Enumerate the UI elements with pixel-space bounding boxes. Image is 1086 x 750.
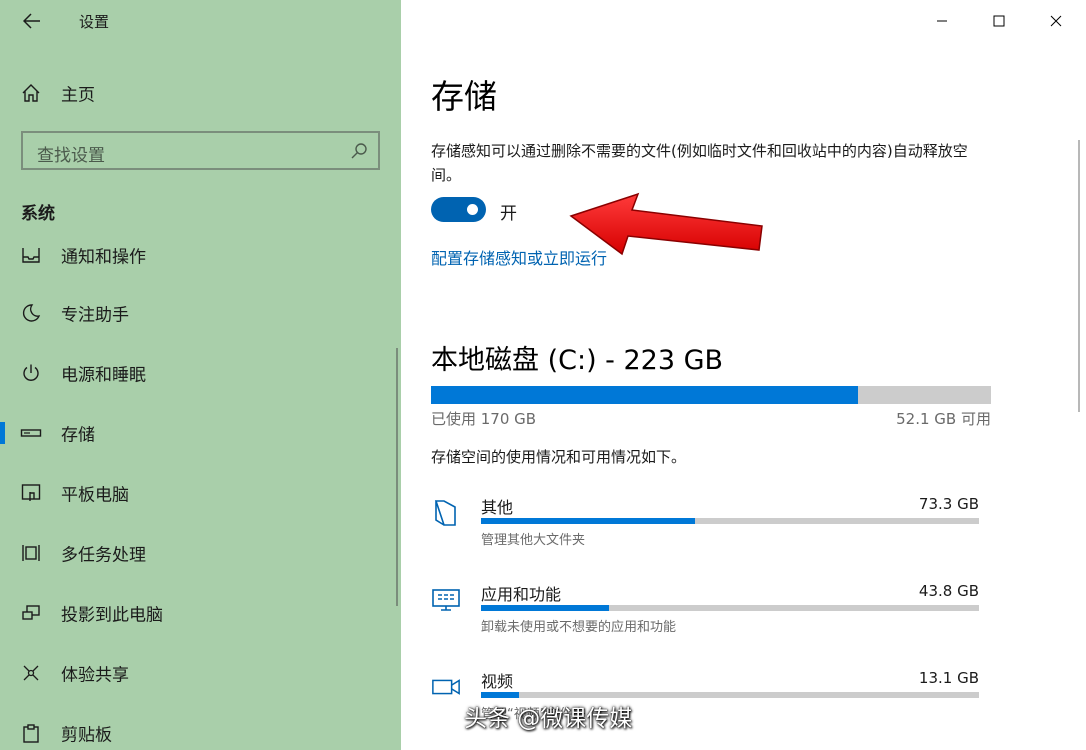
sidebar-item-label: 体验共享 bbox=[61, 665, 129, 686]
sidebar-item-home[interactable]: 主页 bbox=[0, 76, 401, 110]
category-name: 应用和功能 bbox=[481, 585, 562, 604]
category-bar-fill bbox=[481, 692, 520, 698]
power-icon bbox=[20, 362, 42, 384]
sidebar-item-label: 通知和操作 bbox=[61, 247, 146, 268]
sidebar: 设置 主页 查找设置 系统 通知和操作 专注助手 电源和睡眠 存储 平板电脑 多… bbox=[0, 0, 401, 750]
disk-free-label: 52.1 GB 可用 bbox=[896, 410, 991, 428]
share-icon bbox=[20, 662, 42, 684]
category-name: 视频 bbox=[481, 672, 514, 691]
sidebar-item-label: 剪贴板 bbox=[61, 725, 112, 746]
category-subtitle: 管理其他大文件夹 bbox=[481, 533, 586, 548]
category-bar-fill bbox=[481, 518, 696, 524]
category-bar-fill bbox=[481, 605, 609, 611]
sidebar-item-label: 电源和睡眠 bbox=[61, 365, 146, 386]
tablet-icon bbox=[20, 482, 42, 504]
disk-title: 本地磁盘 (C:) - 223 GB bbox=[431, 345, 724, 376]
category-other[interactable]: 其他 73.3 GB 管理其他大文件夹 bbox=[431, 494, 991, 558]
search-icon bbox=[349, 141, 369, 161]
configure-storage-sense-link[interactable]: 配置存储感知或立即运行 bbox=[431, 245, 607, 269]
sidebar-item-label: 存储 bbox=[61, 425, 95, 446]
category-subtitle: 卸载未使用或不想要的应用和功能 bbox=[481, 620, 677, 635]
sidebar-item-label: 专注助手 bbox=[61, 305, 129, 326]
sidebar-item-storage[interactable]: 存储 bbox=[0, 408, 401, 458]
apps-icon bbox=[431, 585, 461, 615]
moon-icon bbox=[20, 302, 42, 324]
sidebar-item-label: 平板电脑 bbox=[61, 485, 129, 506]
back-arrow-icon bbox=[23, 13, 40, 29]
sidebar-item-multitasking[interactable]: 多任务处理 bbox=[0, 528, 401, 578]
category-name: 其他 bbox=[481, 498, 514, 517]
sidebar-item-label: 主页 bbox=[61, 85, 95, 106]
watermark: 头条 @微课传媒 bbox=[464, 706, 633, 732]
sidebar-item-project[interactable]: 投影到此电脑 bbox=[0, 588, 401, 638]
sidebar-item-label: 投影到此电脑 bbox=[61, 605, 163, 626]
app-title: 设置 bbox=[79, 13, 110, 31]
folder-icon bbox=[431, 498, 461, 528]
category-size: 43.8 GB bbox=[918, 582, 979, 600]
sidebar-item-notifications[interactable]: 通知和操作 bbox=[0, 230, 401, 280]
category-bar bbox=[481, 605, 979, 611]
sidebar-item-label: 多任务处理 bbox=[61, 545, 146, 566]
page-title: 存储 bbox=[431, 77, 497, 116]
sidebar-item-tablet[interactable]: 平板电脑 bbox=[0, 468, 401, 518]
category-size: 73.3 GB bbox=[918, 495, 979, 513]
notification-icon bbox=[20, 244, 42, 266]
sidebar-item-focus-assist[interactable]: 专注助手 bbox=[0, 288, 401, 338]
category-bar bbox=[481, 692, 979, 698]
search-placeholder: 查找设置 bbox=[37, 146, 105, 166]
video-icon bbox=[431, 672, 461, 702]
multitask-icon bbox=[20, 542, 42, 564]
usage-description: 存储空间的使用情况和可用情况如下。 bbox=[431, 448, 687, 466]
sidebar-scrollbar[interactable] bbox=[396, 348, 398, 606]
category-bar bbox=[481, 518, 979, 524]
category-size: 13.1 GB bbox=[918, 669, 979, 687]
sidebar-item-shared-experiences[interactable]: 体验共享 bbox=[0, 648, 401, 698]
sidebar-item-clipboard[interactable]: 剪贴板 bbox=[0, 708, 401, 750]
disk-usage-fill bbox=[431, 386, 858, 404]
category-apps[interactable]: 应用和功能 43.8 GB 卸载未使用或不想要的应用和功能 bbox=[431, 581, 991, 645]
clipboard-icon bbox=[20, 722, 42, 744]
back-button[interactable] bbox=[16, 7, 48, 35]
toggle-state-label: 开 bbox=[500, 204, 517, 224]
storage-icon bbox=[20, 422, 42, 444]
section-heading: 系统 bbox=[21, 204, 55, 224]
home-icon bbox=[20, 82, 42, 104]
storage-sense-description: 存储感知可以通过删除不需要的文件(例如临时文件和回收站中的内容)自动释放空间。 bbox=[431, 142, 968, 184]
main-scrollbar[interactable] bbox=[1078, 140, 1080, 412]
storage-sense-toggle[interactable] bbox=[431, 197, 486, 222]
toggle-knob bbox=[467, 204, 478, 215]
project-icon bbox=[20, 602, 42, 624]
main-content: 存储 存储感知可以通过删除不需要的文件(例如临时文件和回收站中的内容)自动释放空… bbox=[401, 0, 1086, 750]
sidebar-nav-list: 通知和操作 专注助手 电源和睡眠 存储 平板电脑 多任务处理 投影到此电脑 体验… bbox=[0, 222, 401, 750]
disk-usage-bar bbox=[431, 386, 991, 404]
sidebar-item-power[interactable]: 电源和睡眠 bbox=[0, 348, 401, 398]
search-input[interactable]: 查找设置 bbox=[21, 131, 380, 170]
disk-used-label: 已使用 170 GB bbox=[431, 410, 537, 428]
